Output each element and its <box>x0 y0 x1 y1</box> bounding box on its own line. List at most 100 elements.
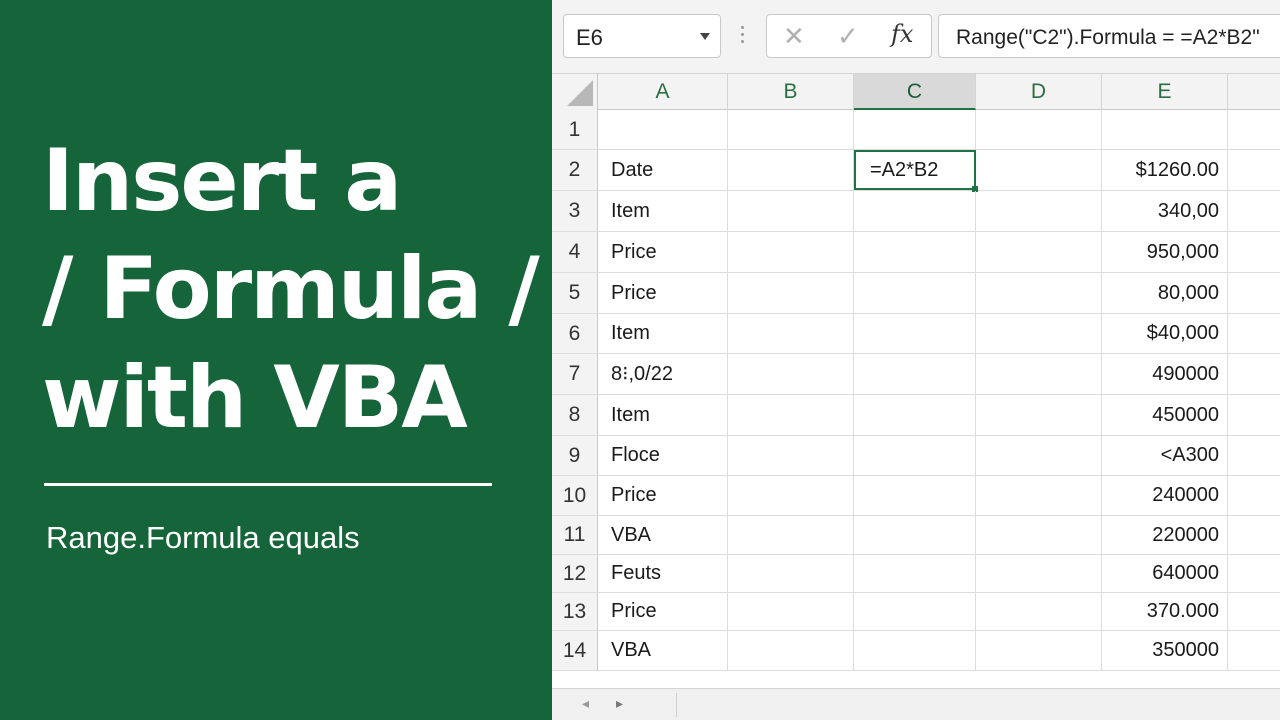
cell-e14[interactable]: 350000 <box>1102 631 1228 670</box>
cell-d4[interactable] <box>976 232 1102 272</box>
cell-b1[interactable] <box>728 110 854 149</box>
column-header-a[interactable]: A <box>598 74 728 110</box>
chevron-down-icon[interactable] <box>700 33 710 40</box>
row-header[interactable]: 13 <box>552 593 598 630</box>
cell-d12[interactable] <box>976 555 1102 592</box>
cell-d2[interactable] <box>976 150 1102 190</box>
cell-c6[interactable] <box>854 314 976 353</box>
next-sheet-icon[interactable]: ▸ <box>616 695 623 712</box>
cell-b10[interactable] <box>728 476 854 515</box>
cell-c12[interactable] <box>854 555 976 592</box>
cell-b9[interactable] <box>728 436 854 475</box>
cell-e6[interactable]: $40,000 <box>1102 314 1228 353</box>
row-header[interactable]: 7 <box>552 354 598 394</box>
hero-title-line-1: Insert a <box>42 131 402 231</box>
cell-b14[interactable] <box>728 631 854 670</box>
column-header-b[interactable]: B <box>728 74 854 110</box>
row-header[interactable]: 2 <box>552 150 598 190</box>
cell-a5[interactable]: Price <box>598 273 728 313</box>
cell-c14[interactable] <box>854 631 976 670</box>
cell-d5[interactable] <box>976 273 1102 313</box>
cell-c4[interactable] <box>854 232 976 272</box>
cell-b5[interactable] <box>728 273 854 313</box>
column-header-e[interactable]: E <box>1102 74 1228 110</box>
column-header-c[interactable]: C <box>854 74 976 110</box>
cell-b13[interactable] <box>728 593 854 630</box>
cell-e8[interactable]: 450000 <box>1102 395 1228 435</box>
cell-e7[interactable]: 490000 <box>1102 354 1228 394</box>
cell-e10[interactable]: 240000 <box>1102 476 1228 515</box>
cell-a1[interactable] <box>598 110 728 149</box>
cell-a13[interactable]: Price <box>598 593 728 630</box>
row-header[interactable]: 5 <box>552 273 598 313</box>
cell-b3[interactable] <box>728 191 854 231</box>
cell-a10[interactable]: Price <box>598 476 728 515</box>
insert-function-icon[interactable]: fx <box>891 22 913 46</box>
row-header[interactable]: 1 <box>552 110 598 149</box>
cell-d7[interactable] <box>976 354 1102 394</box>
cell-c10[interactable] <box>854 476 976 515</box>
cell-c8[interactable] <box>854 395 976 435</box>
cell-b7[interactable] <box>728 354 854 394</box>
cell-e11[interactable]: 220000 <box>1102 516 1228 554</box>
cell-b12[interactable] <box>728 555 854 592</box>
cell-a8[interactable]: Item <box>598 395 728 435</box>
cell-e4[interactable]: 950,000 <box>1102 232 1228 272</box>
cell-b2[interactable] <box>728 150 854 190</box>
cell-a3[interactable]: Item <box>598 191 728 231</box>
cell-d14[interactable] <box>976 631 1102 670</box>
cell-c7[interactable] <box>854 354 976 394</box>
row-header[interactable]: 14 <box>552 631 598 670</box>
cell-c11[interactable] <box>854 516 976 554</box>
row-header[interactable]: 3 <box>552 191 598 231</box>
cell-d9[interactable] <box>976 436 1102 475</box>
checkmark-icon[interactable]: ✓ <box>837 23 859 49</box>
cell-b11[interactable] <box>728 516 854 554</box>
cell-a2[interactable]: Date <box>598 150 728 190</box>
cell-d11[interactable] <box>976 516 1102 554</box>
prev-sheet-icon[interactable]: ◂ <box>582 695 589 712</box>
cell-a14[interactable]: VBA <box>598 631 728 670</box>
cell-c13[interactable] <box>854 593 976 630</box>
formula-input[interactable]: Range("C2").Formula = =A2*B2" <box>938 14 1280 58</box>
row-header[interactable]: 8 <box>552 395 598 435</box>
cell-e2[interactable]: $1260.00 <box>1102 150 1228 190</box>
column-header-d[interactable]: D <box>976 74 1102 110</box>
cell-e5[interactable]: 80,000 <box>1102 273 1228 313</box>
cell-a12[interactable]: Feuts <box>598 555 728 592</box>
select-all-button[interactable] <box>552 74 598 110</box>
cell-c3[interactable] <box>854 191 976 231</box>
cell-c2[interactable]: =A2*B2 <box>854 150 978 192</box>
row-header[interactable]: 4 <box>552 232 598 272</box>
cell-a6[interactable]: Item <box>598 314 728 353</box>
cancel-icon[interactable]: ✕ <box>783 23 805 49</box>
name-box[interactable]: E6 <box>563 14 721 58</box>
cell-e9[interactable]: <A300 <box>1102 436 1228 475</box>
row-header[interactable]: 10 <box>552 476 598 515</box>
cell-c5[interactable] <box>854 273 976 313</box>
cell-e13[interactable]: 370.000 <box>1102 593 1228 630</box>
cell-a7[interactable]: 8⁝,0/22 <box>598 354 728 394</box>
row-header[interactable]: 11 <box>552 516 598 554</box>
cell-d8[interactable] <box>976 395 1102 435</box>
cell-a11[interactable]: VBA <box>598 516 728 554</box>
row-header[interactable]: 12 <box>552 555 598 592</box>
cell-b8[interactable] <box>728 395 854 435</box>
cell-e3[interactable]: 340,00 <box>1102 191 1228 231</box>
cell-c1[interactable] <box>854 110 976 149</box>
cell-c9[interactable] <box>854 436 976 475</box>
cell-b6[interactable] <box>728 314 854 353</box>
cell-e12[interactable]: 640000 <box>1102 555 1228 592</box>
cell-d10[interactable] <box>976 476 1102 515</box>
cell-d3[interactable] <box>976 191 1102 231</box>
cell-d13[interactable] <box>976 593 1102 630</box>
cell-a9[interactable]: Floce <box>598 436 728 475</box>
cell-d6[interactable] <box>976 314 1102 353</box>
row-header[interactable]: 6 <box>552 314 598 353</box>
cell-e1[interactable] <box>1102 110 1228 149</box>
column-header-f[interactable] <box>1228 74 1280 110</box>
cell-b4[interactable] <box>728 232 854 272</box>
cell-a4[interactable]: Price <box>598 232 728 272</box>
cell-d1[interactable] <box>976 110 1102 149</box>
row-header[interactable]: 9 <box>552 436 598 475</box>
